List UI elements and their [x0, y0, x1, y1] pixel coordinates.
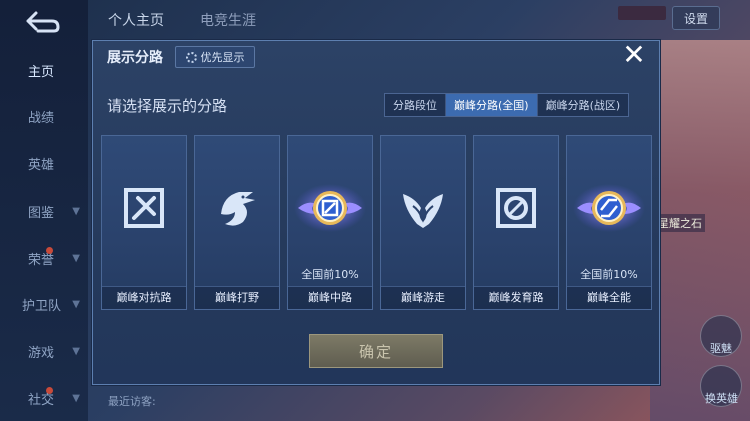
change-hero-label: 换英雄 [705, 392, 738, 405]
lane-card-mid[interactable]: 全国前10% 巅峰中路 [287, 135, 373, 310]
lane-card-label: 巅峰对抗路 [102, 286, 186, 309]
sidebar: 主页 战绩 英雄 图鉴 ▼ 荣誉 ▼ 护卫队 ▼ 游戏 ▼ 社交 ▼ [0, 0, 88, 421]
stone-label: 星耀之石 [655, 214, 705, 232]
lane-rank-text: 全国前10% [301, 268, 359, 281]
sidebar-item-label: 主页 [28, 64, 55, 80]
priority-display-button[interactable]: 优先显示 [175, 46, 255, 68]
sidebar-item-home[interactable]: 主页 [0, 55, 88, 85]
sidebar-item-label: 图鉴 [28, 205, 55, 221]
lane-type-segmented-control: 分路段位 巅峰分路(全国) 巅峰分路(战区) [384, 93, 630, 117]
dialog-title: 展示分路 [107, 50, 163, 66]
sidebar-item-social[interactable]: 社交 ▼ [0, 383, 88, 413]
sidebar-item-label: 战绩 [28, 110, 55, 126]
lane-card-support[interactable]: 巅峰游走 [380, 135, 466, 310]
lane-card-label: 巅峰打野 [195, 286, 279, 309]
sidebar-item-guard[interactable]: 护卫队 ▼ [0, 289, 88, 319]
lane-card-label: 巅峰发育路 [474, 286, 558, 309]
dialog-prompt: 请选择展示的分路 [107, 97, 228, 115]
gear-icon [185, 51, 197, 63]
lane-card-jungle[interactable]: 巅峰打野 [194, 135, 280, 310]
lane-card-all-round[interactable]: 全国前10% 巅峰全能 [566, 135, 652, 310]
sidebar-item-label: 游戏 [28, 345, 55, 361]
lane-card-list: 巅峰对抗路 巅峰打野 全国前10% 巅峰中路 巅峰游走 巅峰发育路 全国前10%… [101, 135, 652, 310]
recent-visitors: 最近访客: [108, 395, 156, 408]
notification-dot [46, 247, 53, 254]
tab-profile[interactable]: 个人主页 [108, 10, 164, 30]
lane-card-adc[interactable]: 巅峰发育路 [473, 135, 559, 310]
close-icon[interactable]: ✕ [621, 41, 647, 69]
lane-card-label: 巅峰游走 [381, 286, 465, 309]
lane-card-label: 巅峰全能 [567, 286, 651, 309]
mid-lane-badge-icon [294, 184, 366, 232]
chevron-down-icon: ▼ [72, 345, 80, 357]
all-round-badge-icon [573, 184, 645, 232]
lane-card-top[interactable]: 巅峰对抗路 [101, 135, 187, 310]
drive-label: 驱魅 [710, 342, 732, 355]
currency-badge [618, 6, 666, 20]
sidebar-item-codex[interactable]: 图鉴 ▼ [0, 196, 88, 226]
segment-peak-region[interactable]: 巅峰分路(战区) [538, 94, 629, 116]
sidebar-item-honor[interactable]: 荣誉 ▼ [0, 243, 88, 273]
dragon-jungle-icon [221, 192, 255, 226]
sidebar-item-label: 护卫队 [22, 298, 62, 314]
sidebar-item-record[interactable]: 战绩 [0, 101, 88, 131]
back-arrow-icon[interactable] [22, 8, 62, 34]
target-adc-icon [496, 188, 536, 228]
tab-esports[interactable]: 电竞生涯 [200, 10, 256, 30]
chevron-down-icon: ▼ [72, 205, 80, 217]
sidebar-item-heroes[interactable]: 英雄 [0, 148, 88, 178]
sidebar-item-label: 英雄 [28, 157, 55, 173]
notification-dot [46, 387, 53, 394]
segment-peak-national[interactable]: 巅峰分路(全国) [446, 94, 538, 116]
lane-display-dialog: 展示分路 优先显示 ✕ 请选择展示的分路 分路段位 巅峰分路(全国) 巅峰分路(… [92, 40, 660, 385]
segment-lane-rank[interactable]: 分路段位 [385, 94, 446, 116]
priority-display-label: 优先显示 [200, 51, 245, 64]
dialog-header: 展示分路 优先显示 ✕ [93, 41, 659, 71]
settings-button[interactable]: 设置 [672, 6, 720, 30]
chevron-down-icon: ▼ [72, 298, 80, 310]
lane-rank-text: 全国前10% [580, 268, 638, 281]
chevron-down-icon: ▼ [72, 252, 80, 264]
sword-lane-icon [124, 188, 164, 228]
chevron-down-icon: ▼ [72, 392, 80, 404]
lane-card-label: 巅峰中路 [288, 286, 372, 309]
sidebar-item-games[interactable]: 游戏 ▼ [0, 336, 88, 366]
confirm-button[interactable]: 确定 [309, 334, 443, 368]
wings-support-icon [403, 194, 443, 228]
